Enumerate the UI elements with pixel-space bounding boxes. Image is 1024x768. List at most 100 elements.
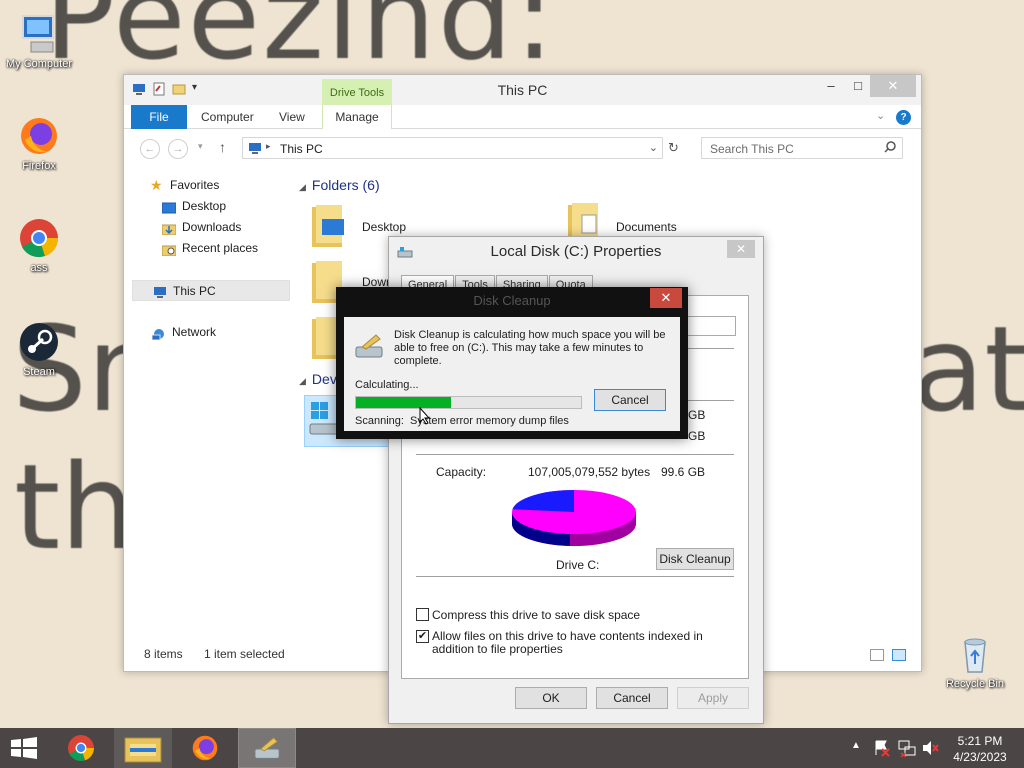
- dialog-title: Local Disk (C:) Properties: [490, 243, 662, 260]
- steam-icon: [17, 320, 61, 364]
- recent-locations-icon[interactable]: ▾: [198, 141, 203, 152]
- scanning-label: Scanning:: [355, 415, 404, 427]
- cleanup-body: Disk Cleanup is calculating how much spa…: [344, 317, 680, 431]
- back-button[interactable]: ←: [140, 139, 160, 159]
- large-icons-view-icon[interactable]: [892, 649, 906, 661]
- desktop-icon-label: Firefox: [22, 160, 56, 172]
- cleanup-close-button[interactable]: ✕: [650, 288, 682, 308]
- pie-used-slice: [512, 490, 574, 512]
- address-dropdown-icon[interactable]: ⌄: [649, 141, 658, 154]
- tab-view[interactable]: View: [266, 105, 318, 129]
- nav-recent-places[interactable]: Recent places: [132, 238, 292, 259]
- clock[interactable]: 5:21 PM 4/23/2023: [944, 733, 1016, 768]
- nav-this-pc[interactable]: This PC: [132, 280, 290, 301]
- cleanup-message: Disk Cleanup is calculating how much spa…: [394, 329, 666, 367]
- clock-time: 5:21 PM: [957, 734, 1003, 748]
- taskbar-disk-cleanup[interactable]: [238, 728, 296, 768]
- cleanup-dialog-title: Disk Cleanup: [473, 293, 551, 308]
- folder-documents-label[interactable]: Documents: [616, 220, 677, 234]
- nav-label: Downloads: [182, 220, 242, 234]
- star-icon: ★: [150, 177, 163, 193]
- close-button[interactable]: ✕: [870, 75, 916, 97]
- group-title: Dev: [311, 371, 337, 387]
- nav-label: Favorites: [170, 178, 220, 192]
- search-icon: [884, 141, 896, 156]
- computer-icon: [17, 12, 61, 56]
- cancel-button[interactable]: Cancel: [596, 687, 668, 709]
- nav-desktop[interactable]: Desktop: [132, 196, 292, 217]
- tab-manage[interactable]: Manage: [322, 105, 392, 129]
- divider: [416, 576, 734, 577]
- this-pc-small-icon: [248, 142, 262, 157]
- index-checkbox[interactable]: ✔: [416, 630, 429, 643]
- chrome-icon: [17, 216, 61, 260]
- nav-label: Desktop: [182, 199, 227, 213]
- compress-label: Compress this drive to save disk space: [432, 608, 641, 622]
- tab-computer[interactable]: Computer: [188, 105, 267, 129]
- desktop-icon-my-computer[interactable]: My Computer: [0, 12, 78, 70]
- search-placeholder: Search This PC: [710, 142, 794, 156]
- progress-fill: [356, 397, 451, 408]
- apply-button[interactable]: Apply: [677, 687, 749, 709]
- taskbar-firefox[interactable]: [176, 728, 234, 768]
- nav-network[interactable]: Network: [132, 322, 292, 343]
- status-selection: 1 item selected: [204, 647, 285, 661]
- cleanup-cancel-button[interactable]: Cancel: [594, 389, 666, 411]
- volume-muted-icon[interactable]: [921, 739, 939, 768]
- devices-group-header[interactable]: ◢ Dev: [299, 371, 337, 387]
- minimize-button[interactable]: –: [816, 75, 846, 97]
- desktop-icon-recycle-bin[interactable]: Recycle Bin: [936, 632, 1014, 690]
- firefox-icon: [17, 114, 61, 158]
- capacity-bytes: 107,005,079,552 bytes: [528, 465, 651, 479]
- nav-downloads[interactable]: Downloads: [132, 217, 292, 238]
- network-tray-icon[interactable]: [898, 739, 916, 768]
- forward-button[interactable]: →: [168, 139, 188, 159]
- taskbar-chrome[interactable]: [52, 728, 110, 768]
- refresh-button[interactable]: ↻: [668, 140, 679, 156]
- action-center-icon[interactable]: [874, 739, 890, 768]
- ok-button[interactable]: OK: [515, 687, 587, 709]
- nav-label: This PC: [173, 284, 216, 298]
- title-bar: ▾ Drive Tools This PC – □ ✕: [124, 75, 921, 105]
- maximize-button[interactable]: □: [843, 75, 873, 97]
- dialog-close-button[interactable]: ✕: [727, 240, 755, 258]
- folder-desktop-label[interactable]: Desktop: [362, 220, 406, 234]
- navigation-pane: ★ Favorites Desktop Downloads Recent pla…: [132, 175, 292, 343]
- nav-favorites[interactable]: ★ Favorites: [132, 175, 292, 196]
- search-input[interactable]: Search This PC: [701, 137, 903, 159]
- recent-places-icon: [161, 242, 177, 257]
- mouse-cursor-icon: [419, 407, 431, 425]
- show-hidden-icons-icon[interactable]: ▲: [851, 740, 861, 768]
- cleanup-progress-bar: [355, 396, 582, 409]
- disk-cleanup-button[interactable]: Disk Cleanup: [656, 548, 734, 570]
- status-item-count: 8 items: [144, 647, 183, 661]
- help-icon[interactable]: ?: [896, 110, 911, 125]
- capacity-gb: 99.6 GB: [661, 465, 706, 479]
- desktop-icon-steam[interactable]: Steam: [0, 320, 78, 378]
- tab-file[interactable]: File: [131, 105, 187, 129]
- compress-checkbox[interactable]: [416, 608, 429, 621]
- expand-ribbon-icon[interactable]: ⌄: [876, 109, 885, 122]
- this-pc-icon: [153, 285, 167, 298]
- address-input[interactable]: ▸ This PC ⌄: [242, 137, 663, 159]
- up-button[interactable]: ↑: [219, 139, 226, 155]
- chrome-icon: [68, 735, 94, 761]
- ribbon-tabs: File Computer View Manage ⌄ ?: [124, 105, 921, 129]
- firefox-icon: [192, 735, 218, 761]
- folders-group-header[interactable]: ◢ Folders (6): [299, 177, 380, 193]
- folder-icon: [566, 201, 602, 245]
- network-icon: [151, 326, 166, 341]
- group-title: Folders (6): [311, 177, 380, 193]
- desktop-icon-chrome[interactable]: ass: [0, 216, 78, 274]
- collapse-icon: ◢: [299, 182, 306, 192]
- disk-cleanup-dialog: Disk Cleanup ✕ Disk Cleanup is calculati…: [336, 287, 688, 439]
- windows-logo-icon: [11, 737, 37, 759]
- nav-label: Network: [172, 325, 217, 339]
- start-button[interactable]: [0, 728, 48, 768]
- details-view-icon[interactable]: [870, 649, 884, 661]
- free-space-gb: GB: [688, 429, 706, 443]
- desktop-icon-firefox[interactable]: Firefox: [0, 114, 78, 172]
- index-label: Allow files on this drive to have conten…: [432, 629, 703, 656]
- nav-label: Recent places: [182, 241, 259, 255]
- taskbar-file-explorer[interactable]: [114, 728, 172, 768]
